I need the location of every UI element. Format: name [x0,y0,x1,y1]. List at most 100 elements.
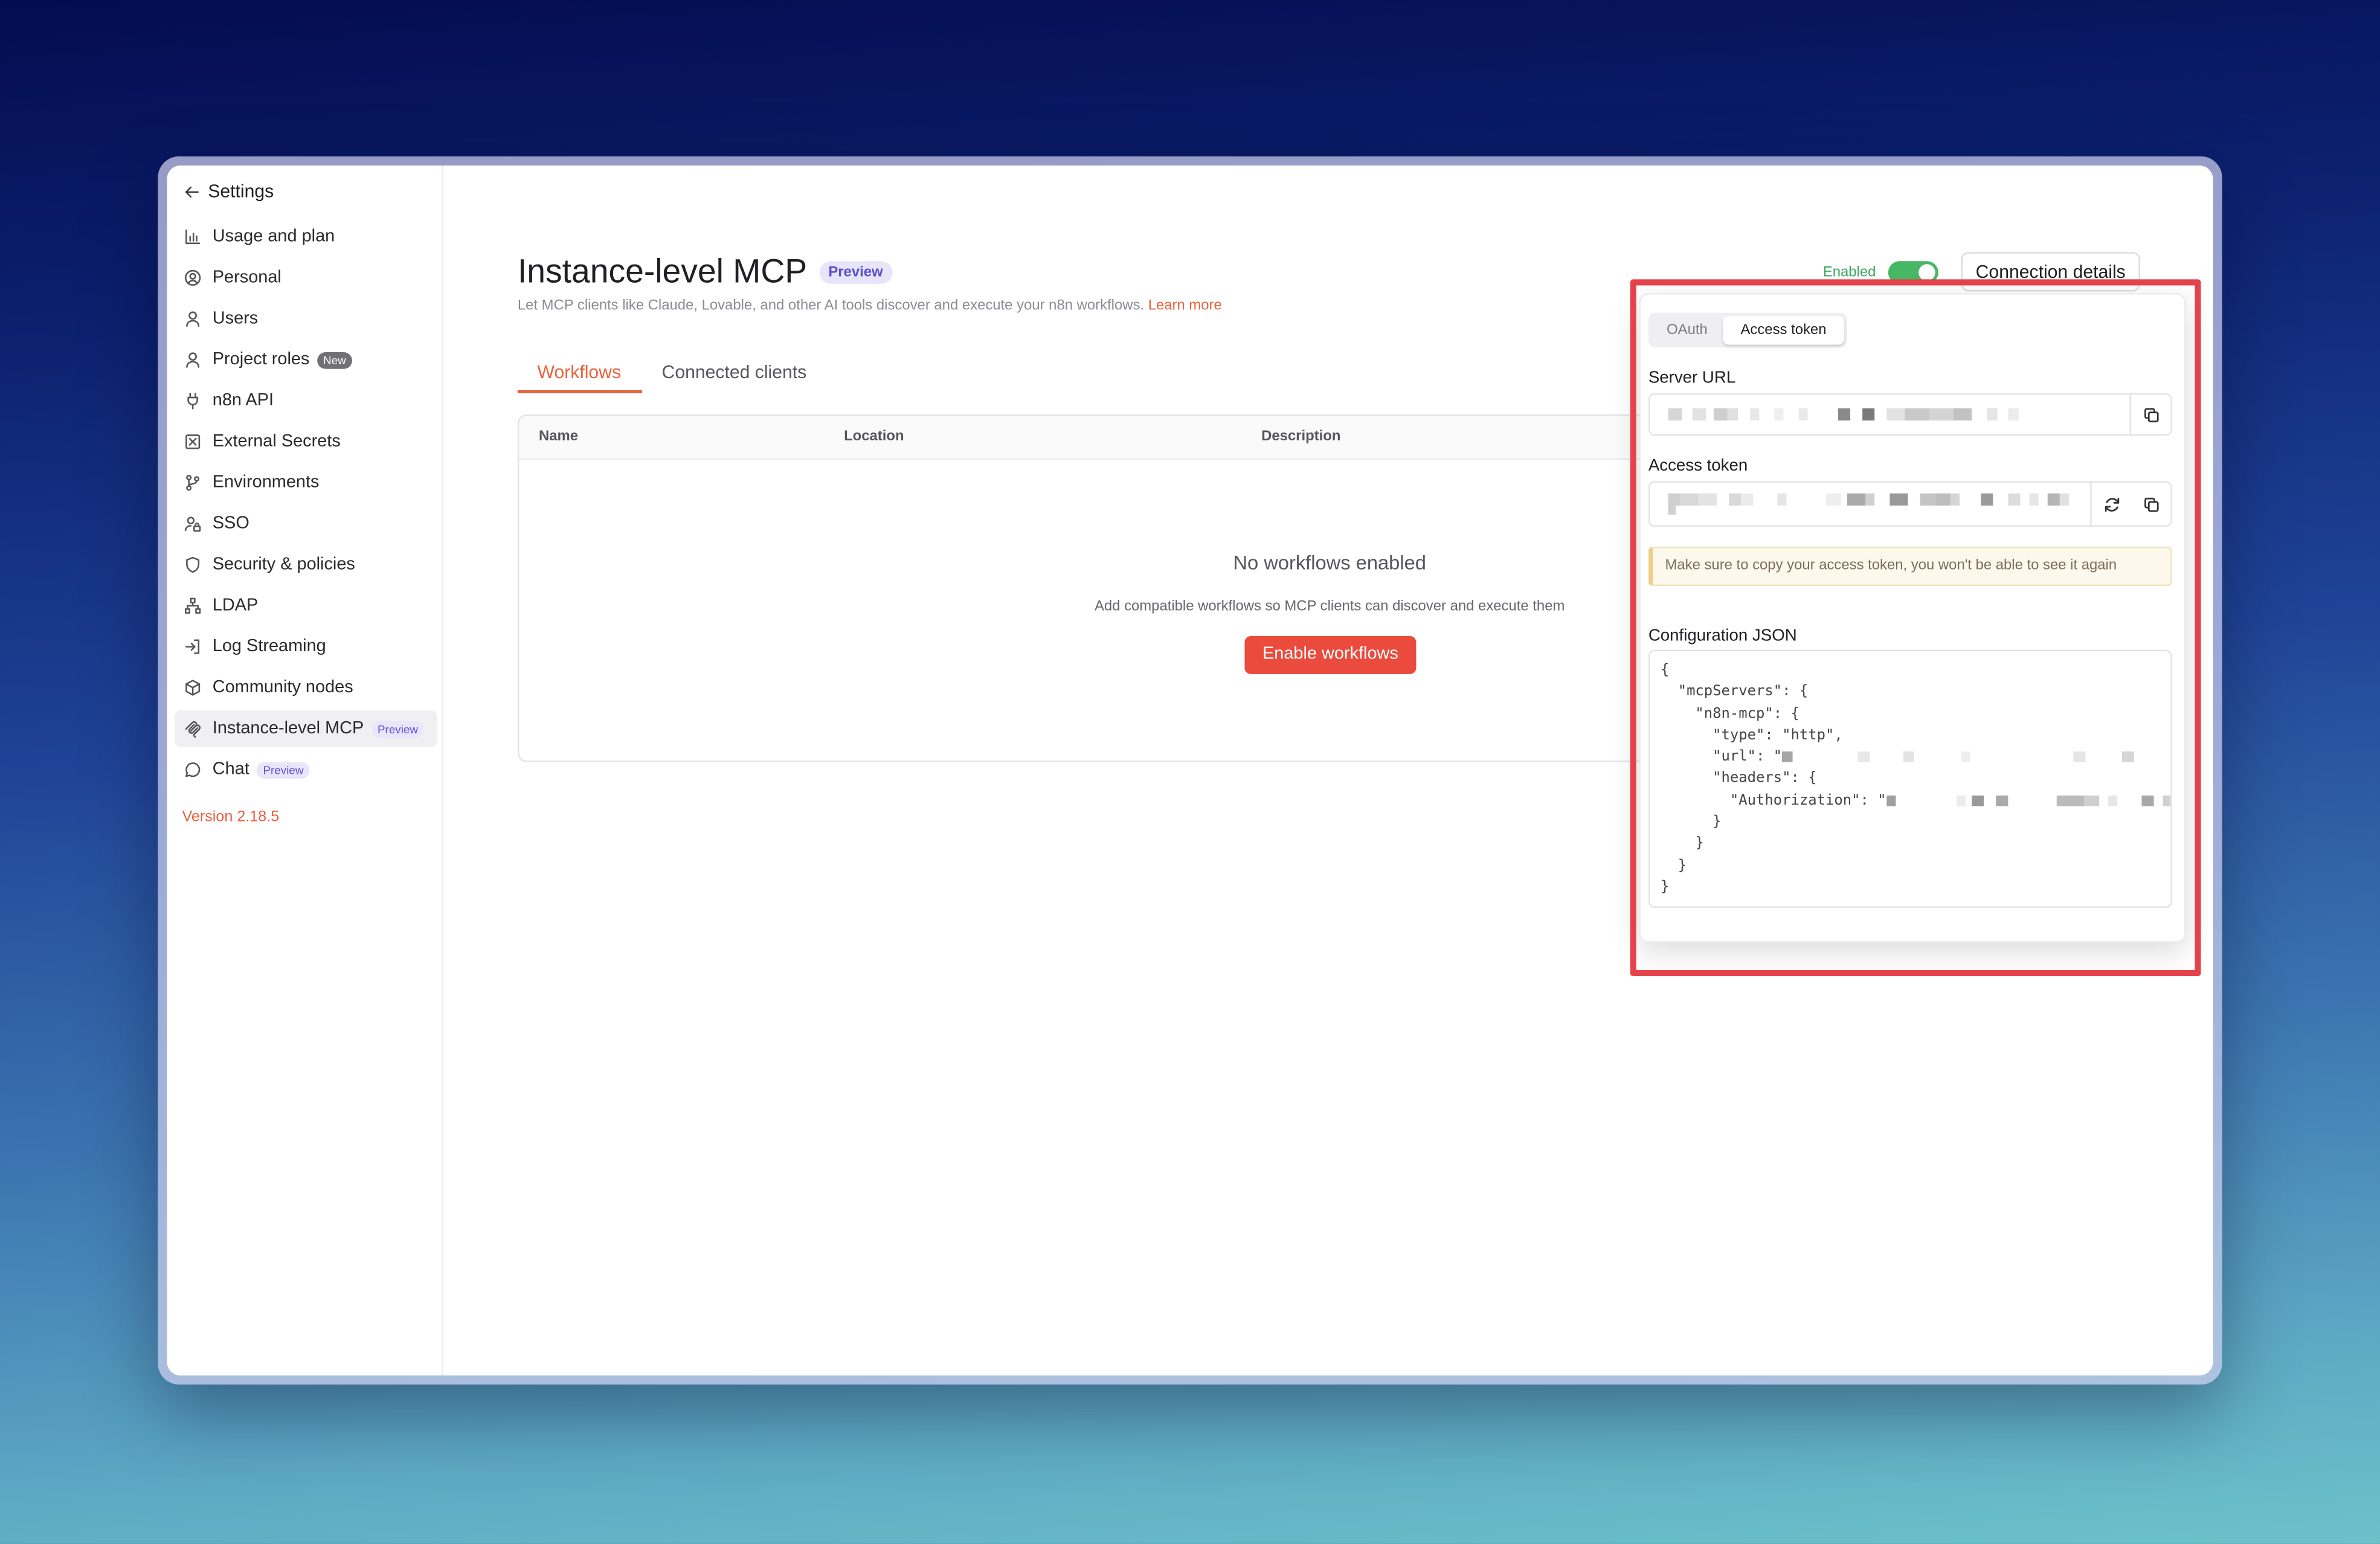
back-to-settings[interactable]: Settings [184,179,274,204]
sidebar-item-label: Environments [212,474,320,492]
copy-access-token-button[interactable] [2131,483,2170,525]
sidebar-item-label: Chat [212,761,249,779]
refresh-icon [2104,497,2118,511]
shield-icon [184,556,202,574]
enabled-label: Enabled [1822,264,1876,281]
copy-icon [2143,497,2158,512]
network-icon [184,597,202,615]
code-text: } [1660,857,1687,874]
sidebar-item-personal[interactable]: Personal [175,260,437,296]
code-text: "n8n-mcp": { [1660,705,1799,722]
sidebar-item-label: Personal [212,268,281,287]
sidebar-item-n8n-api[interactable]: n8n API [175,382,437,419]
description-text: Let MCP clients like Claude, Lovable, an… [517,297,1145,315]
code-line: "Authorization": " [1660,791,2171,812]
sidebar-item-label: Users [212,309,259,328]
copy-server-url-button[interactable] [2131,394,2170,434]
column-name[interactable]: Name [539,416,578,458]
sidebar-item-environments[interactable]: Environments [175,465,437,501]
sidebar-item-project-roles[interactable]: Project roles New [175,341,437,378]
vault-icon [184,433,202,451]
settings-sidebar: Settings Usage and plan Personal Users P… [167,165,443,1375]
redacted-url-value [1782,751,2135,763]
connection-details-button[interactable]: Connection details [1961,252,2140,292]
chart-bar-icon [184,228,202,246]
sidebar-item-log-streaming[interactable]: Log Streaming [175,628,437,664]
screenshot-stage: Settings Usage and plan Personal Users P… [0,0,2380,1544]
code-text: "mcpServers": { [1660,683,1809,701]
active-tab-indicator [517,390,642,393]
code-line: } [1661,856,2170,878]
configuration-json-label: Configuration JSON [1648,626,1797,646]
page-header: Instance-level MCP Preview [518,251,892,293]
tab-connected-clients[interactable]: Connected clients [662,361,807,382]
settings-nav: Usage and plan Personal Users Project ro… [174,219,437,793]
sidebar-item-security-policies[interactable]: Security & policies [175,547,437,583]
token-warning: Make sure to copy your access token, you… [1648,546,2172,587]
code-text: } [1660,879,1670,896]
code-text: "Authorization": " [1660,792,1886,809]
sidebar-item-label: Project roles [212,350,310,369]
code-text: "type": "http", [1660,727,1843,744]
redacted-server-url [1668,408,2021,421]
user-circle-icon [184,269,202,287]
copy-icon [2143,407,2158,422]
app-window-frame: Settings Usage and plan Personal Users P… [158,156,2222,1385]
code-text: } [1660,835,1704,852]
redacted-access-token [1668,493,2072,515]
code-line: "n8n-mcp": { [1661,704,2170,725]
sidebar-item-label: Security & policies [212,555,355,574]
mcp-icon [184,719,202,738]
sidebar-item-external-secrets[interactable]: External Secrets [175,423,437,460]
server-url-actions [2129,394,2170,434]
page-description: Let MCP clients like Claude, Lovable, an… [518,298,1222,316]
arrow-left-icon [185,185,199,197]
learn-more-link[interactable]: Learn more [1148,298,1222,315]
preview-badge: Preview [819,260,892,283]
chat-icon [184,761,202,779]
user-icon [184,310,202,328]
back-label: Settings [208,181,274,202]
app-window: Settings Usage and plan Personal Users P… [167,165,2213,1375]
sign-in-icon [184,638,202,656]
auth-tab-access-token[interactable]: Access token [1722,315,1844,345]
sidebar-item-ldap[interactable]: LDAP [175,588,437,624]
regenerate-token-button[interactable] [2092,483,2131,525]
preview-badge: Preview [257,761,310,779]
code-line: "type": "http", [1661,725,2170,747]
code-line: } [1661,878,2170,899]
toggle-knob [1918,264,1935,281]
column-description[interactable]: Description [1261,416,1340,458]
auth-method-switch: OAuth Access token [1648,312,1848,348]
code-line: "mcpServers": { [1661,682,2170,704]
column-location[interactable]: Location [844,416,904,458]
cube-icon [184,678,202,696]
enable-workflows-button[interactable]: Enable workflows [1244,636,1417,674]
sidebar-item-community-nodes[interactable]: Community nodes [175,669,437,706]
sidebar-item-chat[interactable]: Chat Preview [175,751,437,788]
code-text: "headers": { [1660,770,1817,788]
sidebar-item-users[interactable]: Users [175,301,437,337]
sidebar-item-sso[interactable]: SSO [175,506,437,542]
configuration-json-block[interactable]: { "mcpServers": { "n8n-mcp": { "type": "… [1648,649,2172,908]
code-text: "url": " [1660,748,1783,766]
tab-workflows[interactable]: Workflows [538,361,622,382]
code-line: "headers": { [1661,769,2170,791]
enabled-toggle[interactable] [1888,261,1938,284]
sidebar-item-label: Community nodes [212,678,353,697]
plug-icon [184,391,202,410]
code-text: { [1660,661,1670,679]
sidebar-item-label: External Secrets [212,433,341,451]
sidebar-item-label: LDAP [212,596,259,615]
code-text: } [1660,814,1722,831]
sidebar-item-usage-and-plan[interactable]: Usage and plan [175,219,437,255]
sidebar-item-instance-level-mcp[interactable]: Instance-level MCP Preview [174,710,437,747]
version-label[interactable]: Version 2.18.5 [182,809,280,828]
connection-details-popover: OAuth Access token Server URL Access tok… [1639,293,2186,943]
access-token-field[interactable] [1648,481,2172,527]
auth-tab-oauth[interactable]: OAuth [1652,316,1723,345]
sidebar-item-label: n8n API [212,391,274,410]
preview-badge: Preview [371,720,425,738]
server-url-field[interactable] [1648,393,2172,436]
access-token-label: Access token [1648,457,1748,475]
